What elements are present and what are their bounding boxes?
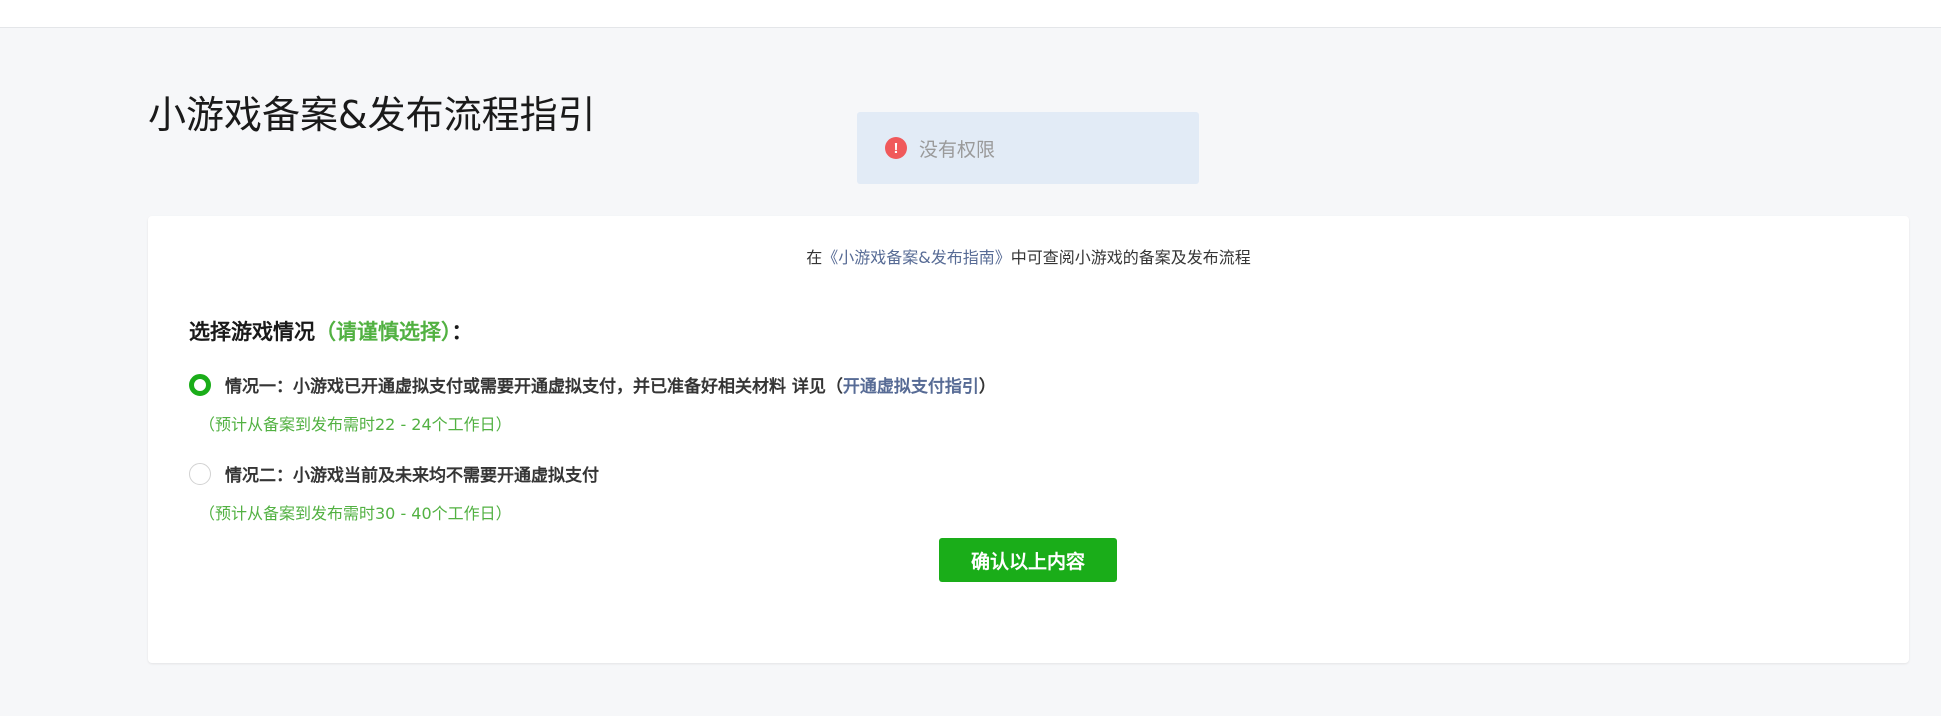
top-bar [0, 0, 1941, 28]
heading-colon: ： [451, 320, 473, 344]
guide-link[interactable]: 《小游戏备案&发布指南》 [822, 248, 1010, 267]
option-suffix-case-one: ） [978, 377, 996, 397]
option-note-case-two: （预计从备案到发布需时30 - 40个工作日） [199, 504, 512, 523]
option-text-case-one: 情况一：小游戏已开通虚拟支付或需要开通虚拟支付，并已准备好相关材料 详见（ [225, 377, 843, 397]
permission-toast: ! 没有权限 [857, 112, 1199, 184]
exclamation-icon: ! [885, 137, 907, 159]
page-title: 小游戏备案&发布流程指引 [148, 93, 596, 137]
intro-suffix: 中可查阅小游戏的备案及发布流程 [1010, 248, 1251, 267]
option-case-two[interactable]: 情况二：小游戏当前及未来均不需要开通虚拟支付 [189, 461, 599, 486]
intro-prefix: 在 [806, 248, 823, 267]
heading-text: 选择游戏情况 [189, 320, 315, 344]
confirm-button[interactable]: 确认以上内容 [939, 538, 1117, 582]
radio-case-two[interactable] [189, 462, 211, 485]
section-heading: 选择游戏情况（请谨慎选择）： [189, 316, 473, 346]
option-label-case-two: 情况二：小游戏当前及未来均不需要开通虚拟支付 [225, 466, 599, 486]
option-case-one[interactable]: 情况一：小游戏已开通虚拟支付或需要开通虚拟支付，并已准备好相关材料 详见（开通虚… [189, 372, 996, 397]
toast-message: 没有权限 [919, 138, 996, 161]
virtual-payment-guide-link[interactable]: 开通虚拟支付指引 [843, 377, 979, 397]
guide-card: 在《小游戏备案&发布指南》中可查阅小游戏的备案及发布流程 选择游戏情况（请谨慎选… [148, 216, 1909, 663]
option-label-case-one: 情况一：小游戏已开通虚拟支付或需要开通虚拟支付，并已准备好相关材料 详见（开通虚… [225, 372, 996, 397]
option-note-case-one: （预计从备案到发布需时22 - 24个工作日） [199, 415, 512, 434]
intro-text: 在《小游戏备案&发布指南》中可查阅小游戏的备案及发布流程 [148, 244, 1909, 268]
heading-warning: （请谨慎选择） [315, 320, 452, 344]
radio-case-one[interactable] [189, 373, 211, 396]
